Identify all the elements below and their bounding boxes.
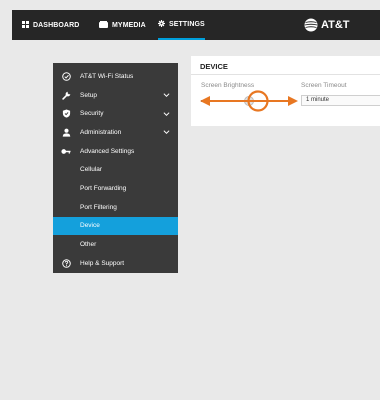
timeout-label: Screen Timeout — [301, 82, 347, 89]
globe-icon — [304, 18, 318, 32]
chevron-down-icon — [163, 112, 170, 116]
gear-icon — [158, 19, 165, 29]
sidebar-item-label: Port Forwarding — [80, 184, 127, 192]
settings-sidebar: AT&T Wi-Fi Status Setup Security Adminis… — [53, 63, 178, 273]
sidebar-subitem-port-filtering[interactable]: Port Filtering — [53, 198, 178, 217]
panel-title: DEVICE — [200, 62, 228, 71]
logo-text: AT&T — [321, 19, 350, 31]
device-panel: DEVICE Screen Brightness Screen Timeout … — [191, 56, 380, 126]
person-icon — [61, 127, 71, 137]
sidebar-item-label: Cellular — [80, 166, 103, 174]
sidebar-item-label: Administration — [80, 128, 122, 136]
att-logo: AT&T — [304, 10, 350, 40]
sidebar-item-label: Security — [80, 110, 104, 118]
sidebar-subitem-port-forwarding[interactable]: Port Forwarding — [53, 179, 178, 198]
sidebar-item-label: Device — [80, 222, 100, 230]
key-icon — [61, 146, 71, 156]
sidebar-item-label: Other — [80, 241, 97, 249]
nav-settings[interactable]: SETTINGS — [158, 10, 205, 40]
brightness-slider-track[interactable] — [201, 100, 271, 102]
sidebar-item-help-support[interactable]: Help & Support — [53, 254, 178, 273]
media-icon — [99, 20, 108, 30]
top-nav-bar: DASHBOARD MYMEDIA SETTINGS AT&T — [12, 10, 380, 40]
brightness-label: Screen Brightness — [201, 82, 255, 89]
sidebar-item-label: Help & Support — [80, 259, 125, 267]
shield-icon — [61, 109, 71, 119]
nav-mymedia[interactable]: MYMEDIA — [99, 10, 146, 40]
sidebar-item-label: Advanced Settings — [80, 147, 135, 155]
check-circle-icon — [61, 71, 71, 81]
wrench-icon — [61, 90, 71, 100]
brightness-slider-handle[interactable] — [244, 96, 254, 106]
nav-settings-label: SETTINGS — [169, 20, 205, 28]
sidebar-item-label: Port Filtering — [80, 203, 117, 211]
sidebar-item-wifi-status[interactable]: AT&T Wi-Fi Status — [53, 67, 178, 86]
sidebar-item-advanced-settings[interactable]: Advanced Settings — [53, 142, 178, 161]
sidebar-subitem-other[interactable]: Other — [53, 235, 178, 254]
sidebar-subitem-cellular[interactable]: Cellular — [53, 160, 178, 179]
panel-divider — [191, 74, 380, 75]
timeout-select[interactable]: 1 minute — [301, 95, 380, 106]
sidebar-subitem-device[interactable]: Device — [53, 216, 178, 236]
sidebar-item-setup[interactable]: Setup — [53, 86, 178, 105]
nav-dashboard-label: DASHBOARD — [33, 21, 80, 29]
sidebar-item-security[interactable]: Security — [53, 104, 178, 123]
nav-dashboard[interactable]: DASHBOARD — [22, 10, 79, 40]
chevron-down-icon — [163, 130, 170, 135]
chevron-down-icon — [163, 93, 170, 98]
dashboard-icon — [22, 20, 29, 30]
sidebar-item-administration[interactable]: Administration — [53, 123, 178, 142]
help-icon — [61, 258, 71, 268]
nav-mymedia-label: MYMEDIA — [112, 21, 146, 29]
sidebar-item-label: Setup — [80, 91, 97, 99]
sidebar-item-label: AT&T Wi-Fi Status — [80, 72, 134, 80]
